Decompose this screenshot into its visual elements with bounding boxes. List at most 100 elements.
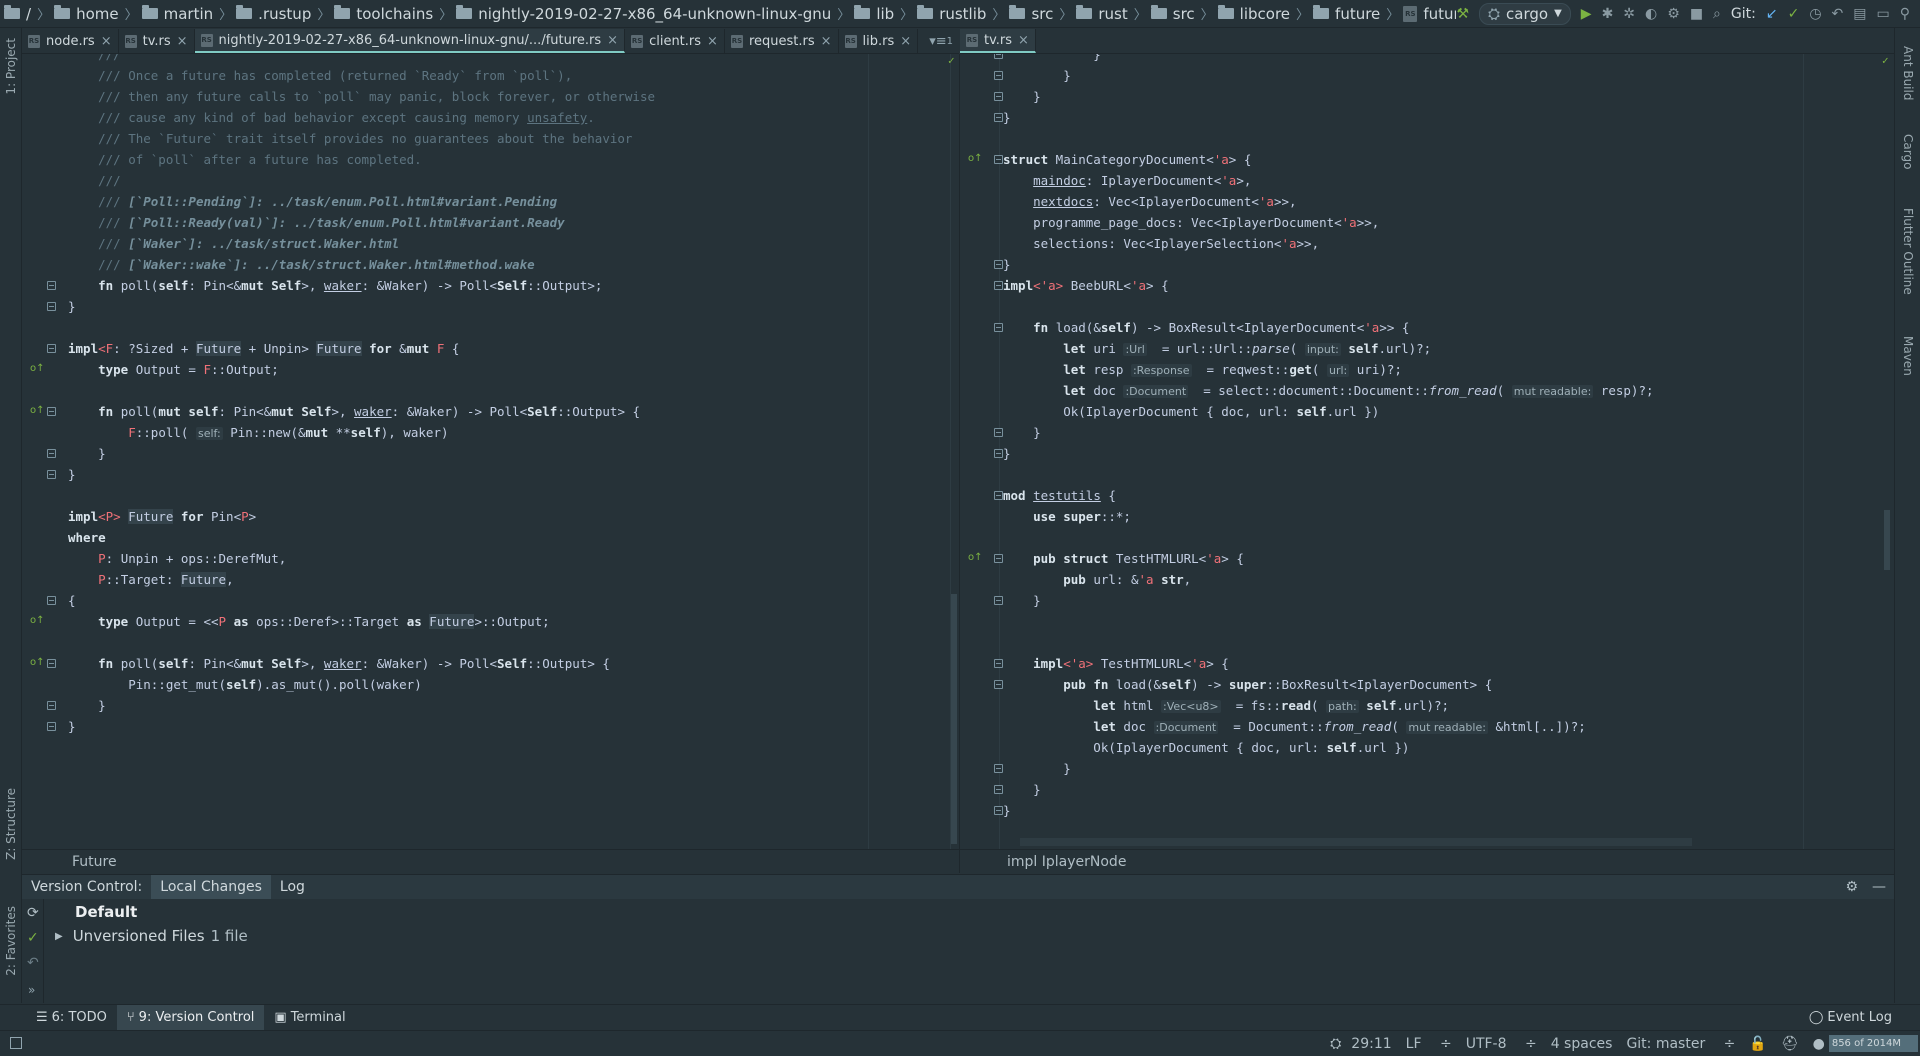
rollback-icon[interactable]: ↶	[27, 955, 39, 971]
debug-icon[interactable]: ✱	[1602, 6, 1614, 22]
close-icon[interactable]: ×	[900, 34, 911, 49]
refresh-icon[interactable]: ⟳	[27, 905, 39, 921]
right-horizontal-scroll-thumb[interactable]	[1020, 838, 1692, 846]
fold-toggle-icon[interactable]	[994, 554, 1003, 563]
fold-toggle-icon[interactable]	[994, 260, 1003, 269]
path-segment[interactable]: martin 〉	[141, 4, 232, 23]
tab-tv-rs[interactable]: RS tv.rs ×	[119, 29, 195, 53]
unversioned-files-node[interactable]: ▶ Unversioned Files 1 file	[55, 927, 248, 945]
implements-gutter-icon[interactable]: o↑	[30, 615, 45, 626]
right-editor-breadcrumb[interactable]: impl IplayerNode	[960, 849, 1894, 873]
fold-toggle-icon[interactable]	[994, 764, 1003, 773]
commit-check-icon[interactable]: ✓	[27, 930, 39, 946]
close-icon[interactable]: ×	[101, 34, 112, 49]
file-encoding[interactable]: UTF-8 ÷	[1466, 1036, 1537, 1052]
profile-icon[interactable]: ◐	[1645, 6, 1657, 22]
vcs-history-icon[interactable]: ◷	[1809, 6, 1821, 22]
terminal-tool-button[interactable]: ▣ Terminal	[264, 1005, 355, 1030]
fold-toggle-icon[interactable]	[994, 71, 1003, 80]
tab-request-rs[interactable]: RS request.rs ×	[725, 29, 839, 53]
fold-toggle-icon[interactable]	[994, 92, 1003, 101]
right-scroll-thumb[interactable]	[1884, 510, 1890, 570]
version-control-tool-button[interactable]: ⑂ 9: Version Control	[116, 1004, 265, 1030]
project-tool-button[interactable]: 1: Project	[4, 38, 18, 95]
tab-future-rs[interactable]: RS nightly-2019-02-27-x86_64-unknown-linu…	[194, 29, 626, 53]
path-segment[interactable]: .rustup 〉	[236, 4, 330, 23]
tab-tv-rs-right[interactable]: RS tv.rs ×	[960, 29, 1036, 53]
path-segment[interactable]: lib 〉	[854, 4, 913, 23]
path-segment[interactable]: rust 〉	[1076, 4, 1147, 23]
tab-node-rs[interactable]: RS node.rs ×	[22, 29, 119, 53]
fold-toggle-icon[interactable]	[47, 722, 56, 731]
flutter-outline-tool-button[interactable]: Flutter Outline	[1901, 208, 1915, 295]
vcs-update-icon[interactable]: ↙	[1766, 6, 1778, 22]
path-file[interactable]: RSfuture.rs	[1403, 5, 1456, 23]
path-segment[interactable]: rustlib 〉	[917, 4, 1005, 23]
coverage-icon[interactable]: ✲	[1623, 6, 1635, 22]
close-icon[interactable]: ×	[707, 34, 718, 49]
fold-toggle-icon[interactable]	[47, 302, 56, 311]
lock-icon[interactable]: 🔓	[1749, 1036, 1766, 1052]
path-segment[interactable]: future 〉	[1313, 4, 1399, 23]
fold-toggle-icon[interactable]	[994, 155, 1003, 164]
fold-toggle-icon[interactable]	[994, 806, 1003, 815]
fold-toggle-icon[interactable]	[47, 281, 56, 290]
toggle-tool-windows-icon[interactable]	[10, 1037, 22, 1049]
path-segment[interactable]: / 〉	[4, 4, 50, 23]
maven-tool-button[interactable]: Maven	[1901, 336, 1915, 376]
run-icon[interactable]: ▶	[1581, 6, 1592, 22]
path-segment[interactable]: libcore 〉	[1217, 4, 1309, 23]
fold-toggle-icon[interactable]	[994, 785, 1003, 794]
implements-gutter-icon[interactable]: o↑	[30, 657, 45, 668]
fold-toggle-icon[interactable]	[47, 470, 56, 479]
fold-toggle-icon[interactable]	[47, 407, 56, 416]
run-configuration-select[interactable]: ⛭ cargo ▼	[1479, 2, 1571, 25]
fold-toggle-icon[interactable]	[994, 596, 1003, 605]
inspector-icon[interactable]: ⛑	[1781, 1036, 1799, 1052]
structure-tool-button[interactable]: Z: Structure	[4, 788, 18, 860]
fold-toggle-icon[interactable]	[47, 659, 56, 668]
fold-toggle-icon[interactable]	[994, 428, 1003, 437]
left-editor-breadcrumb[interactable]: Future	[22, 849, 959, 873]
search-everywhere-icon[interactable]: ⌕	[1713, 6, 1721, 22]
fold-toggle-icon[interactable]	[47, 701, 56, 710]
memory-indicator[interactable]: 856 of 2014M	[1828, 1035, 1918, 1052]
fold-toggle-icon[interactable]	[47, 449, 56, 458]
project-structure-icon[interactable]: ▤	[1853, 6, 1866, 22]
fold-toggle-icon[interactable]	[994, 323, 1003, 332]
fold-toggle-icon[interactable]	[994, 449, 1003, 458]
close-icon[interactable]: ×	[177, 34, 188, 49]
tab-client-rs[interactable]: RS client.rs ×	[625, 29, 725, 53]
left-scroll-thumb[interactable]	[951, 594, 957, 844]
fold-toggle-icon[interactable]	[994, 281, 1003, 290]
minimize-icon[interactable]: —	[1872, 879, 1886, 895]
stop-icon[interactable]: ■	[1690, 6, 1703, 22]
fold-toggle-icon[interactable]	[994, 113, 1003, 122]
expand-arrow-icon[interactable]: ▶	[55, 931, 63, 942]
tab-overflow-button[interactable]: ▾≡ 1	[923, 29, 959, 53]
vcs-rollback-icon[interactable]: ↶	[1832, 6, 1844, 22]
fold-toggle-icon[interactable]	[47, 596, 56, 605]
implements-gutter-icon[interactable]: o↑	[968, 552, 983, 563]
fold-toggle-icon[interactable]	[47, 344, 56, 353]
search-icon[interactable]: ⚲	[1900, 6, 1910, 22]
left-code-editor[interactable]: ✓ /// /// Once a future has completed (r…	[22, 54, 959, 849]
fold-toggle-icon[interactable]	[994, 680, 1003, 689]
indent-setting[interactable]: 4 spaces	[1551, 1036, 1613, 1052]
caret-position[interactable]: 29:11	[1351, 1036, 1391, 1052]
settings-gear-icon[interactable]: ⚙	[1845, 879, 1858, 895]
presentation-icon[interactable]: ▭	[1877, 6, 1890, 22]
line-separator[interactable]: LF ÷	[1406, 1036, 1452, 1052]
close-icon[interactable]: ×	[821, 34, 832, 49]
tab-log[interactable]: Log	[271, 875, 314, 900]
path-segment[interactable]: src 〉	[1150, 4, 1214, 23]
close-icon[interactable]: ×	[1018, 33, 1029, 48]
implements-gutter-icon[interactable]: o↑	[968, 153, 983, 164]
event-log-tool-button[interactable]: ◯ Event Log	[1809, 1010, 1920, 1025]
attach-icon[interactable]: ⚙	[1667, 6, 1680, 22]
path-segment[interactable]: src 〉	[1009, 4, 1072, 23]
implements-gutter-icon[interactable]: o↑	[30, 405, 45, 416]
tab-lib-rs[interactable]: RS lib.rs ×	[839, 29, 919, 53]
fold-toggle-icon[interactable]	[994, 54, 1003, 59]
fold-toggle-icon[interactable]	[994, 491, 1003, 500]
